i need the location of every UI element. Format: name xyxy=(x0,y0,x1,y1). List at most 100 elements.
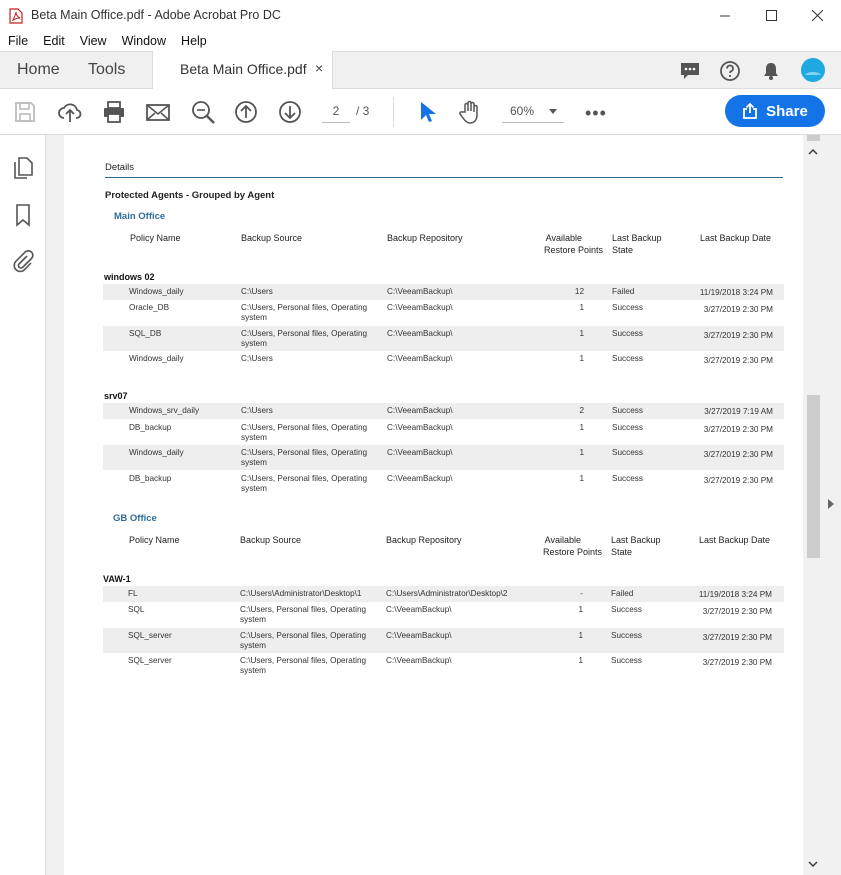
window-title: Beta Main Office.pdf - Adobe Acrobat Pro… xyxy=(31,8,281,22)
table-cell-policy: SQL_server xyxy=(128,631,172,640)
title-bar: Beta Main Office.pdf - Adobe Acrobat Pro… xyxy=(0,0,841,31)
pdf-page: Details Protected Agents - Grouped by Ag… xyxy=(64,135,803,875)
table-cell-points: 1 xyxy=(578,605,583,614)
table-cell-date: 3/27/2019 7:19 AM xyxy=(704,407,773,416)
agent-name: srv07 xyxy=(104,391,128,401)
table-cell-points: 1 xyxy=(579,448,584,457)
close-window-button[interactable] xyxy=(794,0,840,31)
menu-help[interactable]: Help xyxy=(173,34,214,48)
comment-icon[interactable] xyxy=(679,60,701,82)
group-title: Protected Agents - Grouped by Agent xyxy=(105,190,275,201)
table-cell-policy: Windows_daily xyxy=(129,287,184,296)
menu-view[interactable]: View xyxy=(72,34,114,48)
col-repo: Backup Repository xyxy=(387,233,463,243)
table-cell-repo: C:\VeeamBackup\ xyxy=(387,354,453,363)
page-thumbnails-icon[interactable] xyxy=(12,156,34,180)
table-cell-repo: C:\VeeamBackup\ xyxy=(387,329,453,338)
col-state: Last Backup State xyxy=(612,232,662,256)
table-cell-repo: C:\Users\Administrator\Desktop\2 xyxy=(386,589,508,598)
col-points-line1: Available xyxy=(545,233,582,243)
table-cell-points: 12 xyxy=(574,287,584,296)
table-cell-state: Success xyxy=(612,354,643,363)
table-cell-state: Success xyxy=(611,605,642,614)
bookmark-icon[interactable] xyxy=(12,203,34,227)
table-cell-date: 3/27/2019 2:30 PM xyxy=(702,633,772,642)
more-tools-button[interactable]: ••• xyxy=(585,103,607,124)
toolbar-divider xyxy=(393,97,394,127)
collapse-right-panel-icon[interactable] xyxy=(828,499,834,509)
col-points: Available Restore Points xyxy=(543,534,602,558)
table-cell-source-1: C:\Users\Administrator\Desktop\1 xyxy=(240,589,362,598)
share-button[interactable]: Share xyxy=(725,95,825,127)
table-cell-policy: DB_backup xyxy=(129,474,172,483)
col-state: Last Backup State xyxy=(611,534,661,558)
table-cell-state: Failed xyxy=(611,589,634,598)
save-icon[interactable] xyxy=(12,99,38,125)
scrollbar-thumb[interactable] xyxy=(807,395,820,558)
zoom-select[interactable]: 60% xyxy=(502,101,564,123)
table-cell-source-2: system xyxy=(241,484,267,493)
maximize-icon xyxy=(765,10,777,21)
help-icon[interactable] xyxy=(719,60,741,82)
table-cell-date: 3/27/2019 2:30 PM xyxy=(703,305,773,314)
page-number-input[interactable]: 2 xyxy=(322,101,350,123)
tab-bar: Home Tools Beta Main Office.pdf × xyxy=(0,51,841,90)
table-cell-source-2: system xyxy=(240,641,266,650)
table-cell-repo: C:\VeeamBackup\ xyxy=(387,287,453,296)
menu-window[interactable]: Window xyxy=(114,34,173,48)
avatar[interactable] xyxy=(801,58,825,82)
cloud-upload-icon[interactable] xyxy=(57,99,83,125)
scrollbar-top-marker xyxy=(807,135,820,141)
close-tab-button[interactable]: × xyxy=(315,60,323,76)
menu-edit[interactable]: Edit xyxy=(35,34,72,48)
attachment-icon[interactable] xyxy=(12,249,34,273)
office-heading: GB Office xyxy=(113,513,157,524)
table-cell-policy: Windows_srv_daily xyxy=(129,406,200,415)
zoom-value: 60% xyxy=(510,104,535,118)
document-viewport: Details Protected Agents - Grouped by Ag… xyxy=(46,135,841,875)
table-cell-source-1: C:\Users, Personal files, Operating xyxy=(241,303,368,312)
bell-icon[interactable] xyxy=(760,60,782,82)
col-points-line2: Restore Points xyxy=(544,245,604,255)
table-cell-policy: Windows_daily xyxy=(129,448,184,457)
table-cell-source-1: C:\Users xyxy=(241,406,273,415)
table-cell-policy: Windows_daily xyxy=(129,354,184,363)
table-cell-source-1: C:\Users, Personal files, Operating xyxy=(241,423,368,432)
print-icon[interactable] xyxy=(101,99,127,125)
maximize-button[interactable] xyxy=(748,0,794,31)
table-cell-date: 11/19/2018 3:24 PM xyxy=(698,590,772,599)
agent-name: windows 02 xyxy=(104,272,155,282)
hand-tool-icon[interactable] xyxy=(457,99,483,125)
table-cell-date: 3/27/2019 2:30 PM xyxy=(703,476,773,485)
table-cell-points: 2 xyxy=(579,406,584,415)
table-cell-source-2: system xyxy=(241,458,267,467)
table-cell-date: 3/27/2019 2:30 PM xyxy=(703,450,773,459)
zoom-search-icon[interactable] xyxy=(190,99,216,125)
scroll-down-icon[interactable] xyxy=(808,861,818,868)
table-cell-source-1: C:\Users, Personal files, Operating xyxy=(241,329,368,338)
table-cell-points: 1 xyxy=(579,423,584,432)
agent-name: VAW-1 xyxy=(103,574,131,584)
table-cell-state: Success xyxy=(611,656,642,665)
vertical-scrollbar[interactable] xyxy=(805,135,821,875)
table-cell-points: 1 xyxy=(579,303,584,312)
select-cursor-icon[interactable] xyxy=(414,99,440,125)
scroll-up-icon[interactable] xyxy=(808,148,818,155)
previous-page-icon[interactable] xyxy=(233,99,259,125)
table-cell-points: 1 xyxy=(578,656,583,665)
col-state-line1: Last Backup xyxy=(612,233,662,243)
tab-tools[interactable]: Tools xyxy=(88,61,125,79)
table-cell-repo: C:\VeeamBackup\ xyxy=(387,406,453,415)
tab-home[interactable]: Home xyxy=(17,61,60,79)
next-page-icon[interactable] xyxy=(277,99,303,125)
col-source: Backup Source xyxy=(241,233,303,243)
menu-file[interactable]: File xyxy=(0,34,35,48)
minimize-button[interactable] xyxy=(702,0,748,31)
email-icon[interactable] xyxy=(145,99,171,125)
tab-document[interactable]: Beta Main Office.pdf × xyxy=(152,51,333,90)
table-cell-policy: Oracle_DB xyxy=(129,303,170,312)
table-cell-source-1: C:\Users, Personal files, Operating xyxy=(240,631,367,640)
table-cell-state: Failed xyxy=(612,287,635,296)
table-cell-policy: FL xyxy=(128,589,138,598)
col-source: Backup Source xyxy=(240,535,302,545)
